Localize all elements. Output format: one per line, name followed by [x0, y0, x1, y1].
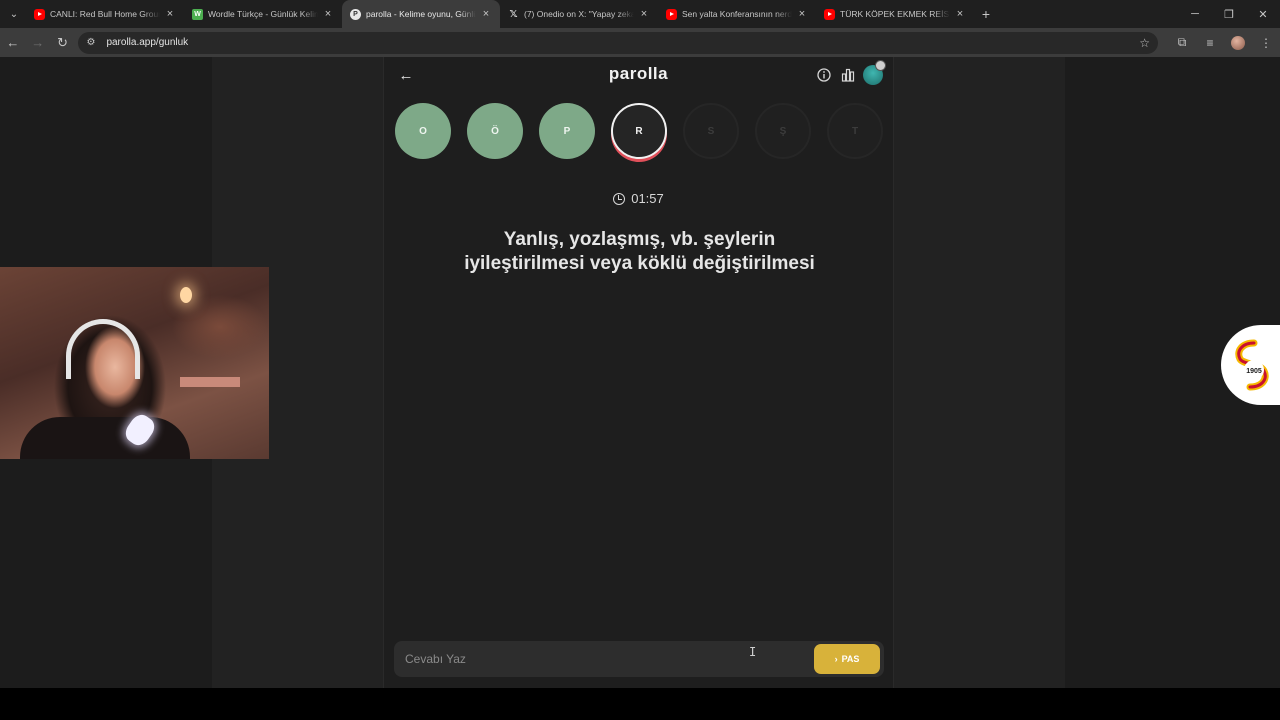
browser-tab[interactable]: W Wordle Türkçe - Günlük Kelime Oyunu × [184, 0, 342, 28]
letter-circle: T [827, 103, 883, 159]
question-line: iyileştirilmesi veya köklü değiştirilmes… [464, 253, 815, 274]
browser-tab-active[interactable]: P parolla - Kelime oyunu, Günlük × [342, 0, 500, 28]
header-icons [815, 60, 886, 85]
reload-icon[interactable]: ↻ [51, 31, 75, 55]
profile-avatar[interactable] [1231, 35, 1245, 50]
text-cursor-icon: I [749, 645, 757, 659]
x-icon: 𝕏 [509, 8, 518, 20]
browser-tab[interactable]: 𝕏 (7) Onedio on X: "Yapay zeka ile × [500, 0, 658, 28]
youtube-icon [34, 8, 45, 20]
letter-circle: P [539, 103, 595, 159]
tab-title: Sen yalta Konferansının nerde olduğunu [682, 9, 792, 19]
browser-tabstrip: ⌄ CANLI: Red Bull Home Ground Türkiye × … [0, 0, 1280, 28]
tab-title: CANLI: Red Bull Home Ground Türkiye [50, 9, 160, 19]
browser-tab[interactable]: CANLI: Red Bull Home Ground Türkiye × [26, 0, 184, 28]
back-arrow-icon[interactable]: ← [1, 31, 25, 55]
galatasaray-logo-icon: 1905 [1235, 339, 1269, 391]
letter-circle: Ş [755, 103, 811, 159]
letter-circle: Ö [467, 103, 523, 159]
galatasaray-badge: 1905 [1221, 325, 1280, 405]
close-tab-icon[interactable]: × [164, 8, 176, 20]
wordle-icon: W [192, 8, 203, 20]
countdown-timer: 01:57 [384, 191, 893, 206]
timer-value: 01:57 [631, 191, 664, 206]
clock-icon [613, 192, 626, 205]
bookmark-star-icon[interactable]: ☆ [1139, 36, 1150, 50]
letter-circle-current: R [611, 103, 667, 159]
headset [66, 319, 140, 379]
media-controls-icon[interactable]: ≡ [1196, 31, 1224, 55]
browser-tab[interactable]: Sen yalta Konferansının nerde olduğunu × [658, 0, 816, 28]
toolbar-actions: ⧉ ≡ ⋮ [1168, 31, 1280, 55]
browser-toolbar: ← → ↻ ⚙ parolla.app/gunluk ☆ ⧉ ≡ ⋮ [0, 28, 1280, 57]
webcam-overlay [0, 267, 269, 459]
parolla-icon: P [350, 8, 361, 20]
background-table [180, 377, 240, 387]
minimize-icon[interactable]: ─ [1178, 0, 1212, 28]
answer-bar: › PAS [394, 641, 884, 677]
menu-kebab-icon[interactable]: ⋮ [1252, 31, 1280, 55]
bottom-letterbox [0, 688, 1280, 720]
streamer-body [20, 417, 190, 459]
user-avatar[interactable] [863, 60, 886, 85]
close-tab-icon[interactable]: × [322, 8, 334, 20]
stats-icon[interactable] [839, 66, 857, 84]
forward-arrow-icon[interactable]: → [26, 31, 50, 55]
answer-input[interactable] [394, 641, 804, 677]
youtube-icon [824, 8, 835, 20]
question-line: Yanlış, yozlaşmış, vb. şeylerin [503, 229, 776, 250]
app-header: ← parolla [384, 57, 893, 93]
tab-title: parolla - Kelime oyunu, Günlük [366, 9, 476, 19]
pass-button[interactable]: › PAS [814, 644, 880, 674]
restore-icon[interactable]: ❐ [1212, 0, 1246, 28]
info-icon[interactable] [815, 66, 833, 84]
tab-search-icon[interactable]: ⌄ [2, 0, 26, 28]
letter-progress: O Ö P R S Ş T [395, 103, 883, 159]
browser-tab[interactable]: TÜRK KÖPEK EKMEK REİS'İ NASIL × [816, 0, 974, 28]
page-viewport: ← parolla O Ö P R S Ş T 01:57 Yanlış, yo… [0, 57, 1280, 688]
address-bar[interactable]: ⚙ parolla.app/gunluk ☆ [78, 31, 1158, 54]
tab-title: TÜRK KÖPEK EKMEK REİS'İ NASIL [840, 9, 950, 19]
lamp-light [180, 287, 192, 303]
url-text[interactable]: parolla.app/gunluk [106, 37, 1139, 48]
tab-title: Wordle Türkçe - Günlük Kelime Oyunu [208, 9, 318, 19]
close-tab-icon[interactable]: × [796, 8, 808, 20]
pass-label: PAS [841, 654, 860, 664]
parolla-app: ← parolla O Ö P R S Ş T 01:57 Yanlış, yo… [383, 57, 894, 688]
close-window-icon[interactable]: ✕ [1246, 0, 1280, 28]
close-tab-icon[interactable]: × [638, 8, 650, 20]
extensions-icon[interactable]: ⧉ [1168, 31, 1196, 55]
window-controls: ─ ❐ ✕ [1178, 0, 1280, 28]
chevron-right-icon: › [834, 654, 838, 664]
close-tab-icon[interactable]: × [954, 8, 966, 20]
new-tab-icon[interactable]: + [974, 0, 998, 28]
badge-year: 1905 [1246, 368, 1262, 375]
youtube-icon [666, 8, 677, 20]
letter-circle: S [683, 103, 739, 159]
tab-title: (7) Onedio on X: "Yapay zeka ile [524, 9, 634, 19]
close-tab-icon[interactable]: × [480, 8, 492, 20]
letter-circle: O [395, 103, 451, 159]
site-settings-icon[interactable]: ⚙ [86, 37, 100, 48]
question-text: Yanlış, yozlaşmış, vb. şeylerin iyileşti… [414, 228, 865, 276]
